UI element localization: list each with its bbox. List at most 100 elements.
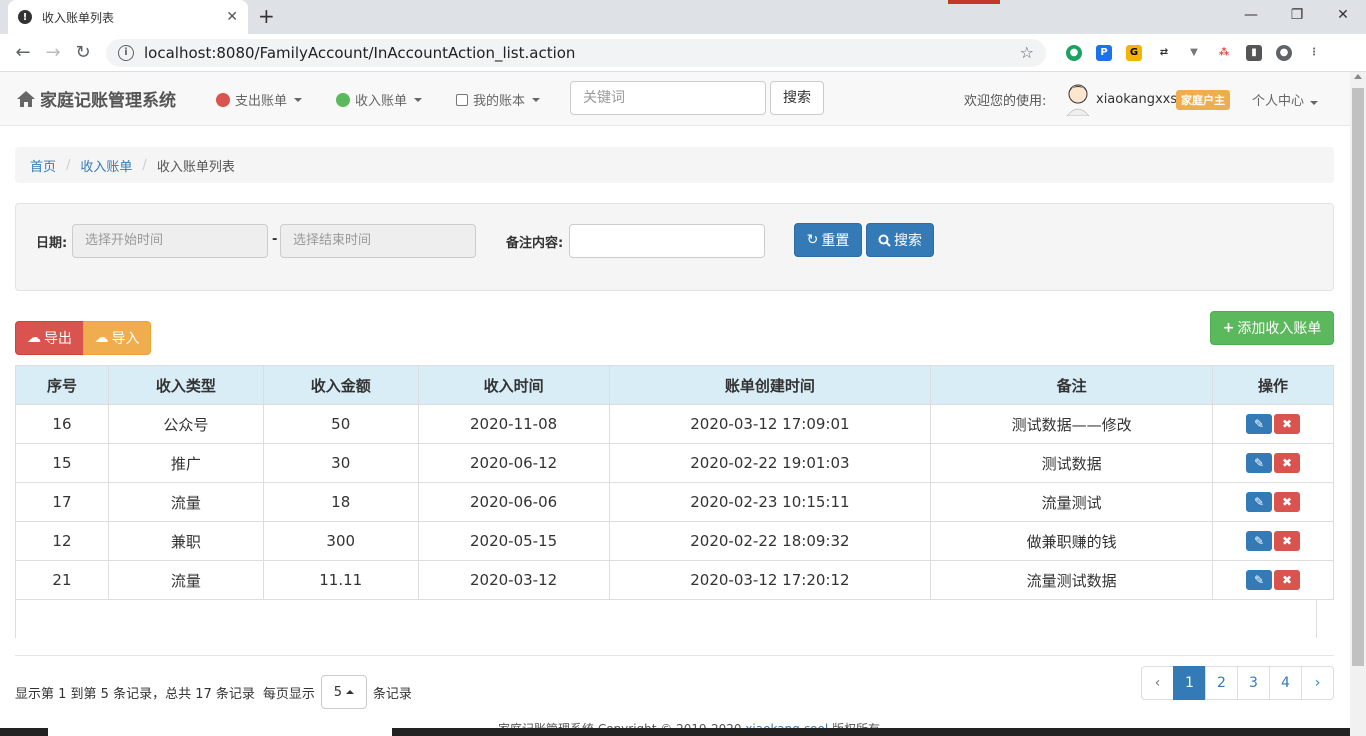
- bookmark-star-icon[interactable]: ☆: [1020, 43, 1034, 62]
- delete-icon[interactable]: ✖: [1274, 570, 1300, 590]
- user-center-label: 个人中心: [1252, 94, 1305, 109]
- cell-actions: ✎ ✖: [1212, 443, 1334, 483]
- browser-menu-icon[interactable]: ⋮: [1306, 44, 1322, 61]
- extension-green-icon[interactable]: ●: [1066, 44, 1082, 61]
- edit-icon[interactable]: ✎: [1246, 453, 1272, 473]
- note-input[interactable]: [569, 224, 765, 258]
- page-button[interactable]: 3: [1237, 666, 1270, 700]
- menu-books-label: 我的账本: [473, 94, 526, 109]
- cell-date: 2020-06-12: [417, 443, 610, 483]
- cloud-upload-icon: ☁: [94, 330, 109, 346]
- keyword-search-button[interactable]: 搜索: [770, 81, 824, 115]
- page-button[interactable]: 1: [1173, 666, 1206, 700]
- per-page-suffix: 条记录: [372, 686, 412, 702]
- next-page-button[interactable]: ›: [1301, 666, 1334, 700]
- new-tab-icon[interactable]: +: [258, 4, 275, 28]
- avatar[interactable]: [1064, 82, 1092, 116]
- breadcrumb-separator: /: [66, 157, 71, 173]
- user-center-menu[interactable]: 个人中心: [1252, 90, 1319, 109]
- edit-icon[interactable]: ✎: [1246, 492, 1272, 512]
- add-income-button[interactable]: + 添加收入账单: [1210, 311, 1334, 345]
- taskbar-search[interactable]: [48, 728, 392, 736]
- menu-books[interactable]: 我的账本: [456, 90, 541, 109]
- cell-created: 2020-02-22 19:01:03: [608, 443, 932, 483]
- window-close-icon[interactable]: ✕: [1320, 0, 1366, 30]
- site-info-icon[interactable]: i: [118, 44, 134, 61]
- cell-id: 15: [15, 443, 109, 483]
- profile-icon[interactable]: ●: [1276, 44, 1292, 61]
- caret-up-icon: [346, 690, 355, 694]
- extension-translate-icon[interactable]: ⇄: [1156, 44, 1172, 61]
- cell-created: 2020-02-22 18:09:32: [608, 521, 932, 561]
- address-bar[interactable]: i localhost:8080/FamilyAccount/InAccount…: [106, 38, 1046, 67]
- pagination-info: 显示第 1 到第 5 条记录，总共 17 条记录 每页显示 5 条记录: [15, 675, 412, 709]
- page-button[interactable]: 2: [1205, 666, 1238, 700]
- tab-title: 收入账单列表: [42, 10, 115, 25]
- cell-id: 12: [15, 521, 109, 561]
- extension-g-icon[interactable]: G: [1126, 44, 1142, 61]
- extension-p-icon[interactable]: P: [1096, 44, 1112, 61]
- cell-actions: ✎ ✖: [1212, 482, 1334, 522]
- cell-amount: 18: [262, 482, 419, 522]
- note-label: 备注内容:: [506, 236, 564, 251]
- col-header[interactable]: 收入时间: [417, 365, 610, 405]
- edit-icon[interactable]: ✎: [1246, 414, 1272, 434]
- edit-icon[interactable]: ✎: [1246, 531, 1272, 551]
- delete-icon[interactable]: ✖: [1274, 492, 1300, 512]
- reload-icon[interactable]: ↻: [68, 42, 98, 63]
- cell-amount: 50: [262, 404, 419, 444]
- prev-page-button[interactable]: ‹: [1141, 666, 1174, 700]
- role-badge: 家庭户主: [1176, 90, 1230, 110]
- page-scrollbar[interactable]: [1350, 72, 1366, 736]
- brand[interactable]: 家庭记账管理系统: [16, 86, 176, 111]
- menu-income[interactable]: 收入账单: [336, 90, 423, 109]
- breadcrumb-parent[interactable]: 收入账单: [80, 156, 132, 175]
- back-icon[interactable]: ←: [8, 42, 38, 63]
- breadcrumb-home[interactable]: 首页: [30, 156, 56, 175]
- forward-icon[interactable]: →: [38, 42, 68, 63]
- browser-tab[interactable]: ! 收入账单列表 ✕: [8, 0, 248, 34]
- maximize-icon[interactable]: ❐: [1274, 0, 1320, 30]
- chevron-down-icon: [414, 97, 423, 102]
- menu-income-label: 收入账单: [355, 94, 408, 109]
- start-date-input[interactable]: 选择开始时间: [72, 224, 268, 258]
- delete-icon[interactable]: ✖: [1274, 414, 1300, 434]
- delete-icon[interactable]: ✖: [1274, 453, 1300, 473]
- cell-note: 测试数据——修改: [930, 404, 1214, 444]
- chevron-down-icon: [1310, 101, 1319, 105]
- delete-icon[interactable]: ✖: [1274, 531, 1300, 551]
- welcome-text: 欢迎您的使用:: [964, 94, 1047, 109]
- cell-actions: ✎ ✖: [1212, 404, 1334, 444]
- extension-v-icon[interactable]: ▼: [1186, 44, 1202, 61]
- extension-book-icon[interactable]: ▮: [1246, 44, 1262, 61]
- col-header[interactable]: 序号: [15, 365, 109, 405]
- table-scroll-area: [15, 600, 1317, 638]
- import-button[interactable]: ☁ 导入: [83, 321, 151, 355]
- tab-close-icon[interactable]: ✕: [226, 9, 238, 25]
- scrollbar-thumb[interactable]: [1352, 88, 1364, 666]
- table-row: 12 兼职 300 2020-05-15 2020-02-22 18:09:32…: [15, 521, 1334, 561]
- breadcrumb: 首页 / 收入账单 / 收入账单列表: [15, 147, 1334, 183]
- cell-actions: ✎ ✖: [1212, 560, 1334, 600]
- page-button[interactable]: 4: [1269, 666, 1302, 700]
- scroll-up-icon[interactable]: [1354, 74, 1362, 79]
- col-header[interactable]: 账单创建时间: [608, 365, 932, 405]
- edit-icon[interactable]: ✎: [1246, 570, 1272, 590]
- reset-button[interactable]: ↻ 重置: [794, 223, 862, 257]
- breadcrumb-current: 收入账单列表: [156, 159, 235, 175]
- col-header[interactable]: 备注: [930, 365, 1214, 405]
- page-size-select[interactable]: 5: [320, 675, 367, 709]
- end-date-input[interactable]: 选择结束时间: [280, 224, 476, 258]
- extension-share-icon[interactable]: ⁂: [1216, 44, 1232, 61]
- filter-search-button[interactable]: 搜索: [866, 223, 934, 257]
- keyword-search-input[interactable]: 关键词: [570, 81, 766, 115]
- record-summary: 显示第 1 到第 5 条记录，总共 17 条记录: [15, 686, 255, 702]
- divider: [15, 655, 1334, 656]
- window-controls: — ❐ ✕: [1228, 0, 1366, 30]
- brand-title: 家庭记账管理系统: [40, 91, 176, 111]
- minimize-icon[interactable]: —: [1228, 0, 1274, 30]
- export-button[interactable]: ☁ 导出: [15, 321, 84, 355]
- col-header[interactable]: 收入金额: [262, 365, 419, 405]
- menu-expense[interactable]: 支出账单: [216, 90, 303, 109]
- col-header[interactable]: 收入类型: [107, 365, 264, 405]
